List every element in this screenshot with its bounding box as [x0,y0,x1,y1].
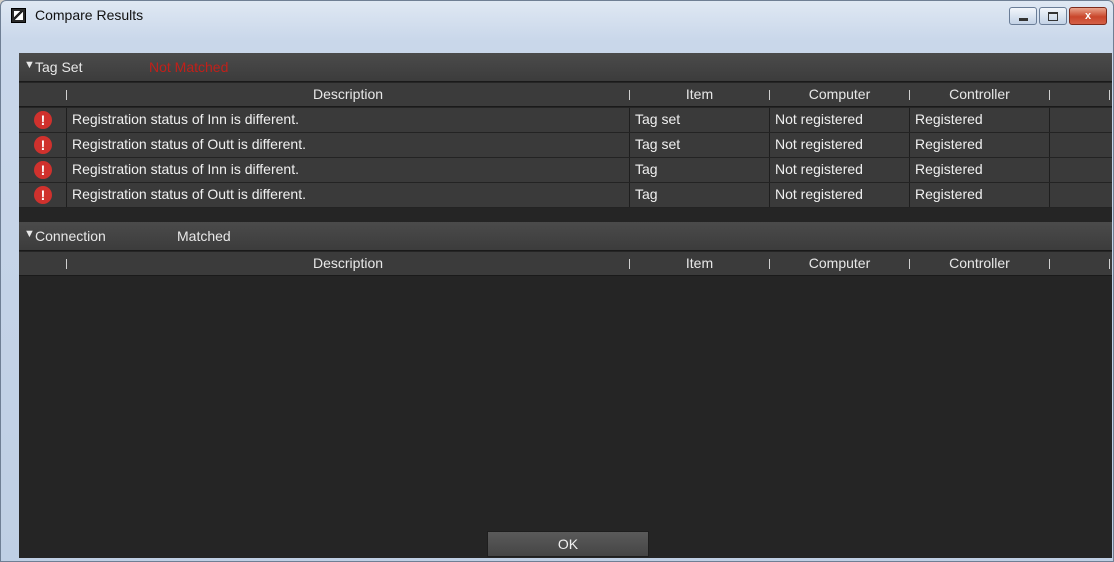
section-status: Not Matched [149,59,229,75]
error-icon: ! [34,186,52,204]
section-header-tag-set[interactable]: ▼ Tag Set Not Matched [19,53,1112,82]
cell-description: Registration status of Outt is different… [72,186,306,202]
table-row[interactable]: ! Registration status of Inn is differen… [19,108,1112,133]
section-title: Tag Set [35,59,83,75]
column-header-description[interactable]: Description [67,86,629,102]
maximize-button[interactable] [1039,7,1067,25]
column-header-controller[interactable]: Controller [910,255,1049,271]
cell-controller: Registered [915,161,983,177]
cell-computer: Not registered [775,111,863,127]
cell-computer: Not registered [775,161,863,177]
cell-controller: Registered [915,136,983,152]
app-logo-icon [11,8,26,23]
section-status: Matched [177,228,231,244]
cell-item: Tag [635,186,658,202]
column-header-item[interactable]: Item [630,86,769,102]
error-icon: ! [34,111,52,129]
cell-description: Registration status of Inn is different. [72,161,299,177]
minimize-button[interactable] [1009,7,1037,25]
column-header-computer[interactable]: Computer [770,255,909,271]
table-row[interactable]: ! Registration status of Outt is differe… [19,133,1112,158]
close-icon: x [1084,10,1092,22]
cell-controller: Registered [915,111,983,127]
cell-item: Tag [635,161,658,177]
error-icon: ! [34,136,52,154]
collapse-triangle-icon[interactable]: ▼ [24,228,35,240]
compare-results-panel: ▼ Tag Set Not Matched Description Item C… [19,53,1112,558]
table-header-tag-set: Description Item Computer Controller [19,83,1112,107]
section-header-connection[interactable]: ▼ Connection Matched [19,222,1112,251]
title-bar[interactable]: Compare Results x [1,1,1113,31]
maximize-icon [1048,11,1058,21]
column-header-description[interactable]: Description [67,255,629,271]
close-button[interactable]: x [1069,7,1107,25]
cell-computer: Not registered [775,186,863,202]
minimize-icon [1018,17,1028,21]
collapse-triangle-icon[interactable]: ▼ [24,59,35,71]
cell-item: Tag set [635,136,681,152]
cell-computer: Not registered [775,136,863,152]
column-header-controller[interactable]: Controller [910,86,1049,102]
compare-results-window: Compare Results x ▼ Tag Set Not Matched … [0,0,1114,562]
cell-controller: Registered [915,186,983,202]
error-icon: ! [34,161,52,179]
ok-button[interactable]: OK [487,531,649,557]
column-header-item[interactable]: Item [630,255,769,271]
table-row[interactable]: ! Registration status of Inn is differen… [19,158,1112,183]
window-title: Compare Results [35,7,144,23]
table-header-connection: Description Item Computer Controller [19,252,1112,276]
table-row[interactable]: ! Registration status of Outt is differe… [19,183,1112,208]
cell-description: Registration status of Inn is different. [72,111,299,127]
cell-item: Tag set [635,111,681,127]
column-header-computer[interactable]: Computer [770,86,909,102]
cell-description: Registration status of Outt is different… [72,136,306,152]
section-title: Connection [35,228,106,244]
